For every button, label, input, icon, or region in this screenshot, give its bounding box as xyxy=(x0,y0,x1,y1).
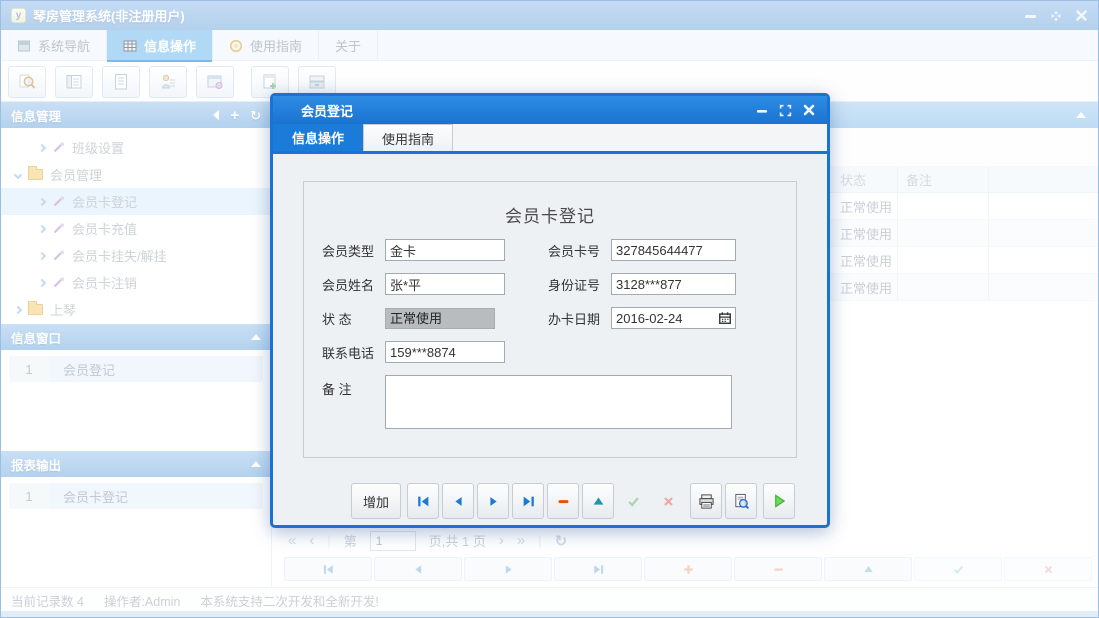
confirm-icon xyxy=(627,496,639,507)
card-no-label: 会员卡号 xyxy=(548,243,601,259)
first-record-button[interactable] xyxy=(407,483,439,519)
edit-record-button[interactable] xyxy=(582,483,614,519)
phone-label: 联系电话 xyxy=(322,345,375,361)
print-button[interactable] xyxy=(690,483,722,519)
member-type-input[interactable] xyxy=(385,239,505,261)
member-register-dialog: 会员登记 信息操作 使用指南 会员卡登记 会员类型 会员卡号 xyxy=(270,93,830,528)
dialog-maximize-button[interactable] xyxy=(779,104,792,117)
form-panel: 会员卡登记 会员类型 会员卡号 会员姓名 xyxy=(303,181,797,458)
next-record-icon xyxy=(489,496,497,506)
add-button[interactable]: 增加 xyxy=(351,483,401,519)
run-button[interactable] xyxy=(763,483,795,519)
issue-date-label: 办卡日期 xyxy=(548,311,601,327)
delete-record-button[interactable] xyxy=(547,483,579,519)
form-title: 会员卡登记 xyxy=(505,207,595,226)
calendar-icon[interactable] xyxy=(718,311,732,325)
dialog-titlebar: 会员登记 xyxy=(273,96,827,124)
prev-record-button[interactable] xyxy=(442,483,474,519)
print-preview-button[interactable] xyxy=(725,483,757,519)
phone-input[interactable] xyxy=(385,341,505,363)
confirm-button[interactable] xyxy=(617,483,649,519)
id-no-label: 身份证号 xyxy=(548,277,601,293)
member-name-input[interactable] xyxy=(385,273,505,295)
dialog-close-button[interactable] xyxy=(803,104,815,116)
dialog-title: 会员登记 xyxy=(301,103,354,119)
remark-label: 备 注 xyxy=(322,382,352,397)
first-record-icon xyxy=(417,496,428,506)
dialog-minimize-button[interactable] xyxy=(756,104,768,116)
cancel-button[interactable] xyxy=(652,483,684,519)
member-type-label: 会员类型 xyxy=(322,243,375,259)
dialog-toolbar: 增加 xyxy=(351,483,797,519)
member-name-label: 会员姓名 xyxy=(322,277,375,293)
id-no-input[interactable] xyxy=(611,273,736,295)
delete-icon xyxy=(558,499,568,503)
cancel-icon xyxy=(663,496,673,506)
print-icon xyxy=(698,493,714,509)
edit-icon xyxy=(593,497,603,505)
app-window: y 琴房管理系统(非注册用户) 系统导航 信息操作 使用指南 关于 信息管理 +… xyxy=(0,0,1099,618)
run-icon xyxy=(775,494,786,508)
dialog-tab-info-ops[interactable]: 信息操作 xyxy=(273,124,363,151)
dialog-tab-bar: 信息操作 使用指南 xyxy=(273,124,827,154)
last-record-button[interactable] xyxy=(512,483,544,519)
status-display: 正常使用 xyxy=(385,307,495,329)
print-preview-icon xyxy=(734,493,749,509)
last-record-icon xyxy=(523,496,534,506)
dialog-tab-guide[interactable]: 使用指南 xyxy=(363,124,453,151)
card-no-input[interactable] xyxy=(611,239,736,261)
prev-record-icon xyxy=(454,496,462,506)
status-label: 状 态 xyxy=(322,311,352,327)
next-record-button[interactable] xyxy=(477,483,509,519)
remark-textarea[interactable] xyxy=(385,375,732,429)
